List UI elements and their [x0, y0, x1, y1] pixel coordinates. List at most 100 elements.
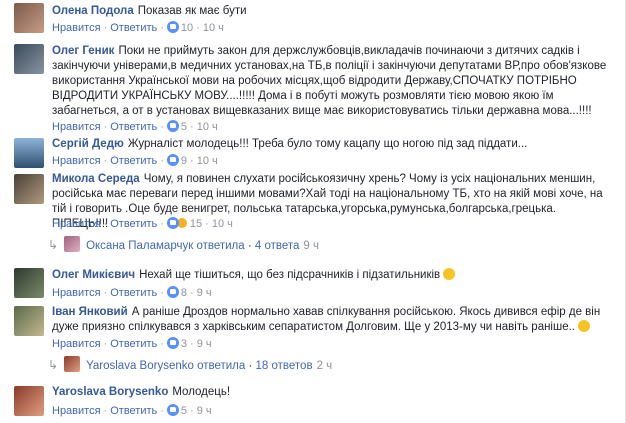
reply-author: Yaroslava Borysenko: [86, 360, 194, 372]
reaction-count[interactable]: 10: [181, 22, 193, 34]
reply-button[interactable]: Ответить: [110, 121, 157, 133]
avatar[interactable]: [14, 138, 44, 168]
comment-author[interactable]: Олена Подола: [52, 5, 134, 17]
comment-time[interactable]: 10 ч: [203, 22, 224, 34]
reaction-count[interactable]: 9: [181, 155, 187, 167]
comment-author[interactable]: Олег Микієвич: [52, 269, 135, 281]
separator: ·: [103, 218, 108, 230]
reaction-count[interactable]: 5: [181, 405, 187, 417]
reply-verb: ответила: [196, 240, 245, 252]
like-icon[interactable]: [166, 337, 179, 349]
separator: ·: [103, 405, 108, 417]
comment-body: Олег Геник Поки не приймуть закон для дер…: [52, 44, 612, 119]
comment: Іван Янковий А раніше Дроздов нормально х…: [0, 302, 620, 378]
comment-actions: Нравится · Ответить · 9 · 10 ч: [52, 153, 218, 169]
separator: ·: [190, 338, 194, 350]
comment-actions: Нравится · Ответить · 3 · 9 ч: [52, 336, 212, 352]
comment-author[interactable]: Yaroslava Borysenko: [52, 386, 168, 398]
like-icon[interactable]: [166, 286, 179, 298]
like-button[interactable]: Нравится: [52, 22, 101, 34]
like-button[interactable]: Нравится: [52, 218, 101, 230]
reaction-count[interactable]: 5: [181, 121, 187, 133]
separator: ·: [205, 218, 209, 230]
separator: ·: [160, 155, 164, 167]
comment-text: А раніше Дроздов нормально хавав спілкув…: [52, 306, 601, 333]
comment-time[interactable]: 10 ч: [197, 155, 218, 167]
reply-button[interactable]: Ответить: [110, 287, 157, 299]
comment: Yaroslava Borysenko Молодець! Нравится · От…: [0, 382, 620, 422]
comment-author[interactable]: Олег Геник: [52, 45, 114, 57]
comment-body: Олена Подола Показав як має бути: [52, 4, 612, 19]
comment-text: Поки не приймуть закон для держслужбовці…: [52, 45, 607, 117]
like-icon[interactable]: [166, 404, 179, 416]
separator: ·: [160, 218, 164, 230]
separator: ·: [190, 155, 194, 167]
reply-button[interactable]: Ответить: [110, 22, 157, 34]
separator: ·: [160, 338, 164, 350]
avatar[interactable]: [14, 386, 44, 416]
reaction-count[interactable]: 3: [181, 338, 187, 350]
comment-time[interactable]: 10 ч: [197, 121, 218, 133]
comment-text: Журналіст молодець!!! Треба було тому ка…: [127, 138, 528, 150]
comment-actions: Нравится · Ответить · 8 · 9 ч: [52, 285, 212, 301]
comment: Олена Подола Показав як має бути Нравится…: [0, 0, 620, 36]
reply-arrow-icon: ↳: [48, 238, 59, 252]
avatar[interactable]: [14, 268, 44, 298]
reply-count[interactable]: 18 ответов: [256, 360, 313, 372]
like-icon[interactable]: [166, 21, 179, 33]
comment-actions: Нравится · Ответить · 5 · 10 ч: [52, 119, 218, 135]
reply-button[interactable]: Ответить: [110, 155, 157, 167]
reply-count[interactable]: 4 ответа: [255, 240, 300, 252]
like-button[interactable]: Нравится: [52, 121, 101, 133]
like-button[interactable]: Нравится: [52, 338, 101, 350]
like-button[interactable]: Нравится: [52, 155, 101, 167]
separator: ·: [190, 287, 194, 299]
reply-button[interactable]: Ответить: [110, 405, 157, 417]
like-button[interactable]: Нравится: [52, 405, 101, 417]
separator: ·: [103, 121, 108, 133]
avatar[interactable]: [14, 174, 44, 204]
comment-time[interactable]: 9 ч: [197, 405, 212, 417]
comment-author[interactable]: Микола Середа: [52, 173, 140, 185]
comment-actions: Нравится · Ответить · 5 · 9 ч: [52, 403, 212, 419]
laugh-emoji-icon: [443, 268, 456, 280]
replies-summary[interactable]: ↳ Yaroslava Borysenko ответила · 18 ответ…: [48, 356, 332, 374]
comment-actions: Нравится · Ответить · 15 · 10 ч: [52, 216, 233, 232]
like-button[interactable]: Нравится: [52, 287, 101, 299]
comment-time[interactable]: 10 ч: [212, 218, 233, 230]
comment-body: Іван Янковий А раніше Дроздов нормально х…: [52, 305, 612, 335]
reaction-count[interactable]: 8: [181, 287, 187, 299]
comment-time[interactable]: 9 ч: [197, 338, 212, 350]
comment: Олег Геник Поки не приймуть закон для дер…: [0, 40, 620, 136]
replies-summary[interactable]: ↳ Оксана Паламарчук ответила · 4 ответа 9 …: [48, 236, 319, 254]
separator: ·: [160, 287, 164, 299]
reaction-count[interactable]: 15: [190, 218, 202, 230]
like-icon[interactable]: [166, 154, 179, 166]
separator: ·: [190, 405, 194, 417]
comment-text: Молодець!: [172, 386, 231, 398]
like-icon[interactable]: [166, 217, 179, 229]
avatar[interactable]: [14, 44, 44, 74]
comment-time[interactable]: 9 ч: [197, 287, 212, 299]
comment-actions: Нравится · Ответить · 10 · 10 ч: [52, 20, 224, 36]
like-icon[interactable]: [166, 120, 179, 132]
comment-body: Сергій Дедю Журналіст молодець!!! Треба б…: [52, 137, 612, 152]
separator: ·: [190, 121, 194, 133]
avatar[interactable]: [14, 3, 44, 33]
separator: ·: [160, 121, 164, 133]
reply-time: 2 ч: [316, 360, 333, 372]
separator: ·: [160, 22, 164, 34]
avatar[interactable]: [14, 306, 44, 336]
reply-button[interactable]: Ответить: [110, 218, 157, 230]
comment: Микола Середа Чому, я повинен слухати рос…: [0, 168, 620, 260]
comment-author[interactable]: Сергій Дедю: [52, 138, 124, 150]
separator: ·: [196, 22, 200, 34]
comment-author[interactable]: Іван Янковий: [52, 306, 128, 318]
separator: ·: [103, 338, 108, 350]
separator: ·: [103, 155, 108, 167]
reply-button[interactable]: Ответить: [110, 338, 157, 350]
comments-panel: Олена Подола Показав як має бути Нравится…: [0, 0, 626, 423]
comment: Олег Микієвич Нехай ще тішиться, що без п…: [0, 264, 620, 302]
reply-avatar: [64, 236, 81, 252]
reply-avatar: [64, 356, 81, 372]
